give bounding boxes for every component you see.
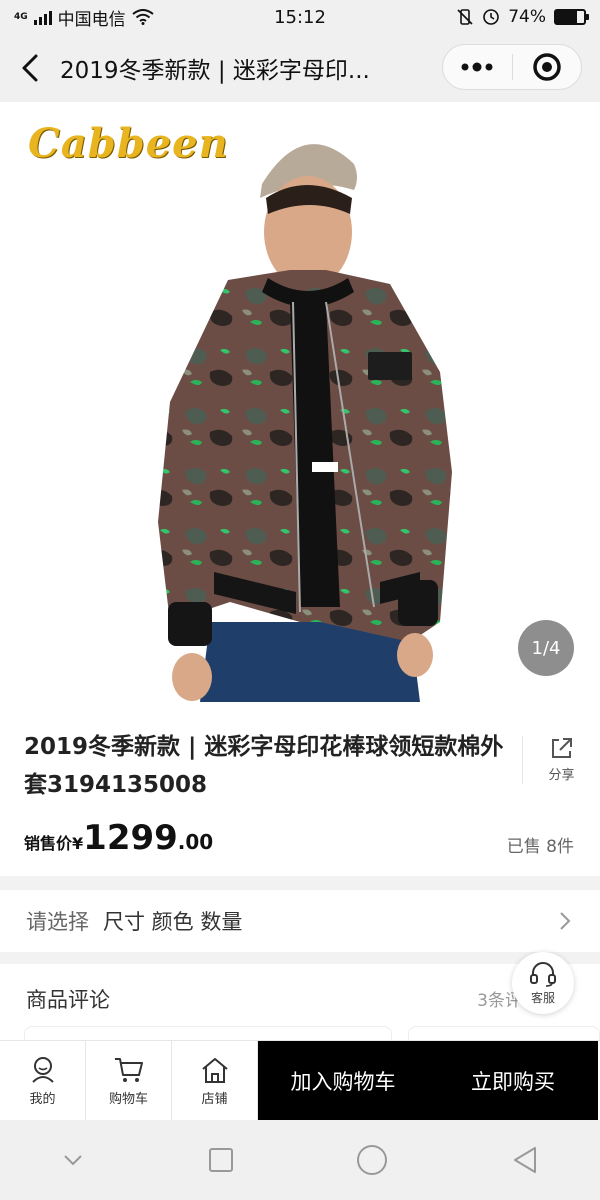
more-button[interactable] bbox=[443, 45, 512, 89]
status-time: 15:12 bbox=[274, 6, 326, 28]
image-counter: 1/4 bbox=[518, 620, 574, 676]
headset-icon bbox=[530, 961, 556, 987]
share-button[interactable]: 分享 bbox=[522, 736, 600, 784]
navigation-bar: 2019冬季新款 | 迷彩字母印... bbox=[0, 34, 600, 102]
system-navigation-bar bbox=[0, 1120, 600, 1200]
product-title: 2019冬季新款 | 迷彩字母印花棒球领短款棉外套3194135008 bbox=[24, 734, 504, 798]
brand-logo: Cabbeen bbox=[28, 120, 229, 167]
chevron-down-icon[interactable] bbox=[61, 1152, 85, 1168]
price-decimal: .00 bbox=[177, 830, 214, 854]
mini-program-capsule bbox=[442, 44, 582, 90]
price-integer: 1299 bbox=[83, 818, 178, 858]
back-arrow-icon bbox=[22, 54, 38, 82]
tab-store[interactable]: 店铺 bbox=[172, 1041, 258, 1121]
recent-apps-icon[interactable] bbox=[208, 1147, 234, 1173]
share-label: 分享 bbox=[548, 768, 575, 783]
more-dots-icon bbox=[461, 62, 493, 72]
product-info: 2019冬季新款 | 迷彩字母印花棒球领短款棉外套3194135008 分享 销… bbox=[0, 702, 600, 876]
product-image-carousel[interactable]: Cabbeen 1/4 bbox=[0, 102, 600, 702]
service-label: 客服 bbox=[530, 990, 555, 1005]
tab-profile[interactable]: 我的 bbox=[0, 1041, 86, 1121]
share-icon bbox=[551, 738, 572, 758]
price-row: 销售价 ¥ 1299 .00 bbox=[24, 818, 213, 858]
customer-service-button[interactable]: 客服 bbox=[512, 952, 574, 1014]
product-photo bbox=[158, 144, 452, 702]
page-title: 2019冬季新款 | 迷彩字母印... bbox=[60, 58, 370, 84]
profile-icon bbox=[31, 1056, 54, 1083]
tab-store-label: 店铺 bbox=[201, 1091, 228, 1107]
sold-count: 已售 8件 bbox=[506, 837, 574, 857]
price-currency: ¥ bbox=[72, 834, 84, 853]
cart-icon bbox=[114, 1057, 143, 1082]
tab-profile-label: 我的 bbox=[29, 1091, 56, 1107]
reviews-heading: 商品评论 bbox=[26, 988, 110, 1012]
target-icon bbox=[533, 53, 561, 81]
product-page: 4G 中国电信 15:12 74% 2019冬季新款 | 迷彩字母印... Ca… bbox=[0, 0, 600, 1200]
chevron-right-icon bbox=[560, 912, 571, 930]
back-button[interactable] bbox=[0, 34, 60, 102]
bottom-action-bar: 我的 购物车 店铺 加入购物车 立即购买 bbox=[0, 1040, 600, 1121]
tab-cart-label: 购物车 bbox=[108, 1091, 148, 1107]
select-label: 请选择 bbox=[26, 910, 89, 934]
price-label: 销售价 bbox=[24, 834, 73, 853]
add-to-cart-button[interactable]: 加入购物车 bbox=[258, 1041, 428, 1121]
select-options: 尺寸 颜色 数量 bbox=[103, 910, 243, 934]
store-icon bbox=[201, 1057, 228, 1083]
buy-now-button[interactable]: 立即购买 bbox=[428, 1041, 598, 1121]
tab-cart[interactable]: 购物车 bbox=[86, 1041, 172, 1121]
reviews-section: 商品评论 3条评 bbox=[0, 964, 600, 1056]
status-bar: 4G 中国电信 15:12 74% bbox=[0, 0, 600, 34]
home-icon[interactable] bbox=[356, 1144, 388, 1176]
back-triangle-icon[interactable] bbox=[511, 1145, 539, 1175]
battery-icon bbox=[554, 9, 589, 25]
close-miniprogram-button[interactable] bbox=[513, 45, 582, 89]
sku-selector[interactable]: 请选择 尺寸 颜色 数量 bbox=[0, 890, 600, 952]
